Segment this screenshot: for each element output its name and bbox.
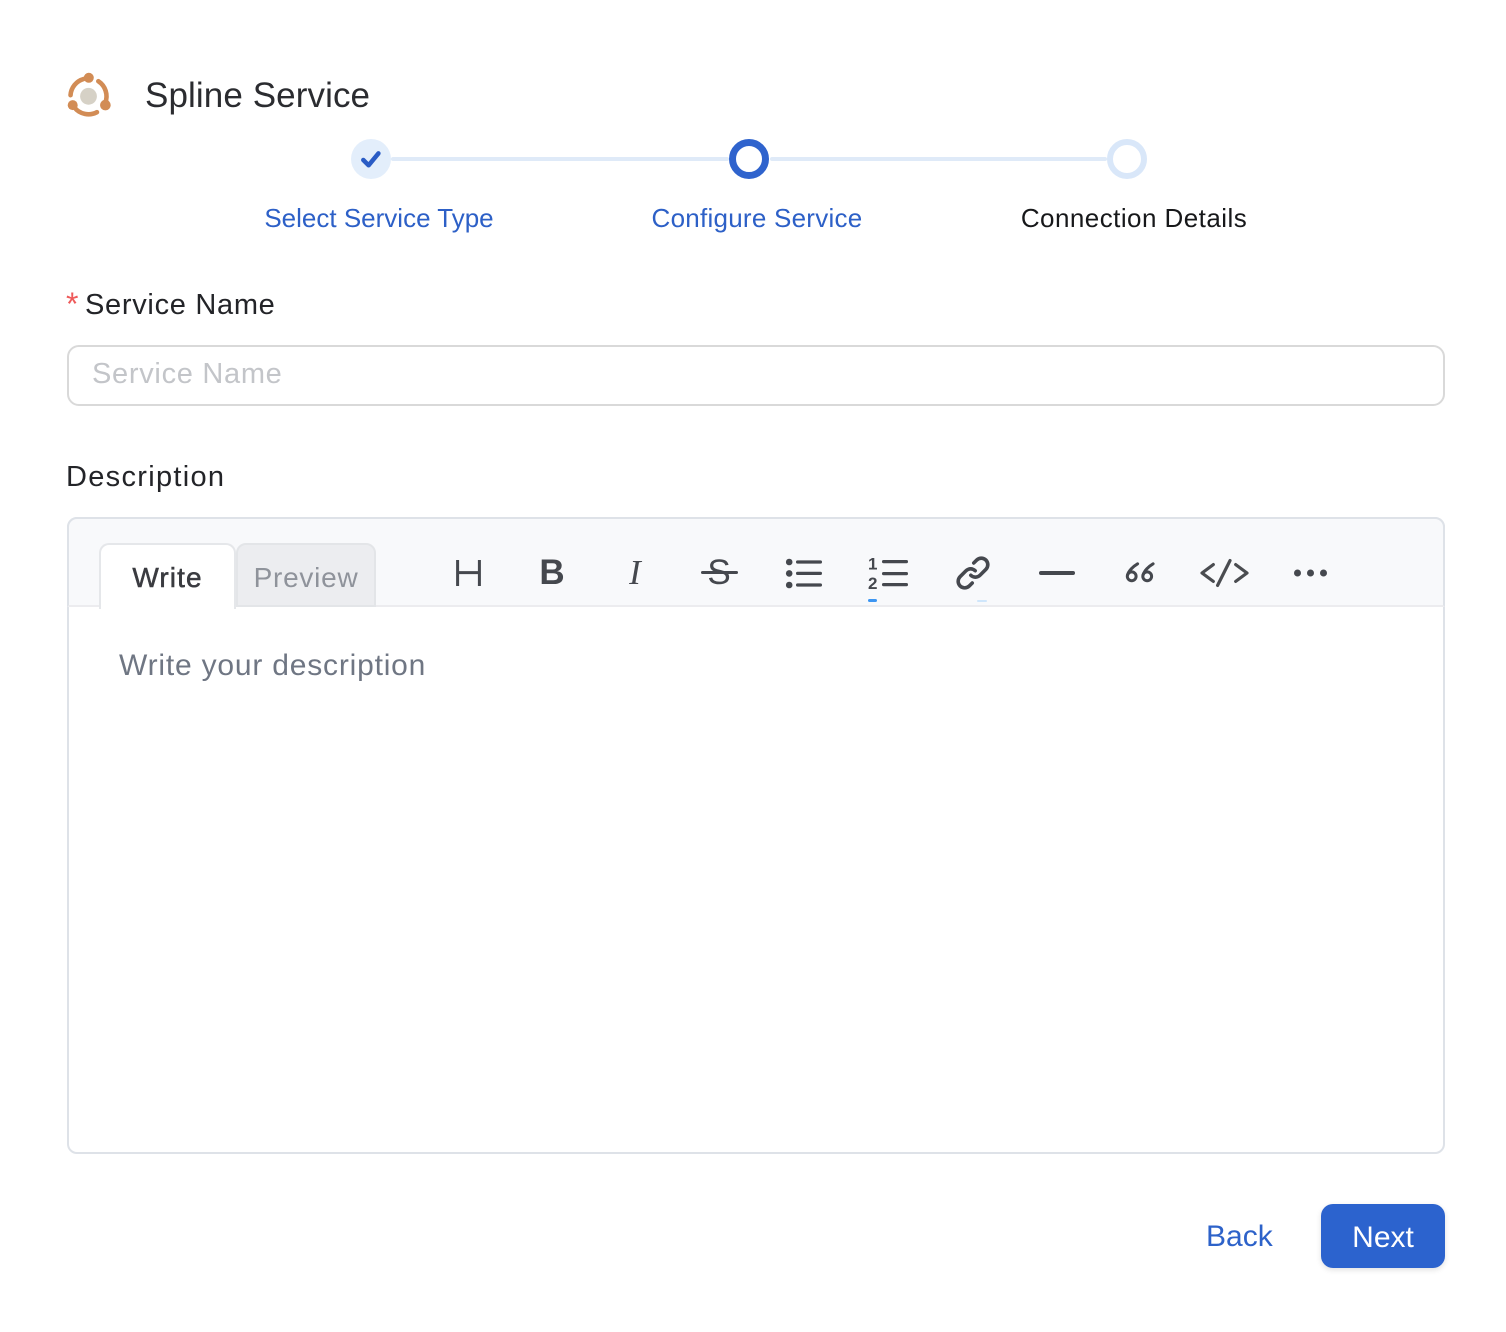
- svg-text:2: 2: [868, 574, 877, 590]
- svg-text:1: 1: [868, 555, 877, 574]
